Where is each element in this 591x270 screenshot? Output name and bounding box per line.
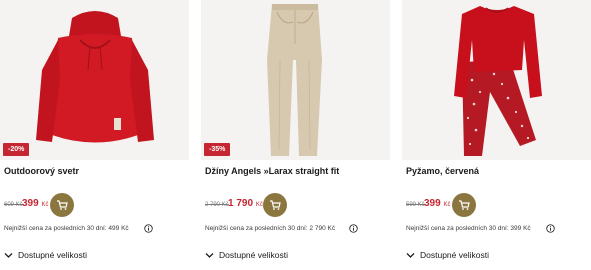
info-icon[interactable] (144, 224, 153, 233)
red-hoodie-image (36, 11, 154, 143)
available-sizes-toggle[interactable]: Dostupné velikosti (406, 250, 526, 262)
old-price: 2 790 Kč (205, 202, 229, 208)
new-price: 399 Kč (22, 198, 49, 209)
product-image-area[interactable] (402, 0, 591, 160)
product-title[interactable]: Pyžamo, červená (406, 166, 479, 176)
cart-icon (459, 200, 470, 210)
product-image-area[interactable] (201, 0, 390, 160)
info-icon[interactable] (546, 224, 555, 233)
red-pajamas-image (454, 6, 542, 156)
cart-icon (57, 200, 68, 210)
lowest-price-note: Nejnižší cena za posledních 30 dní: 499 … (4, 225, 129, 232)
price-row: 599 Kč 399 Kč (406, 198, 496, 212)
sizes-label: Dostupné velikosti (18, 250, 87, 260)
add-to-cart-button[interactable] (263, 193, 287, 217)
price-row: 609 Kč 399 Kč (4, 198, 94, 212)
product-title[interactable]: Outdoorový svetr (4, 166, 79, 176)
available-sizes-toggle[interactable]: Dostupné velikosti (205, 250, 325, 262)
product-grid: -20% Outdoorový svetr 609 Kč 399 Kč Nejn… (0, 0, 591, 270)
new-price: 1 790 Kč (228, 198, 263, 209)
chevron-down-icon (406, 253, 415, 258)
lowest-price-note: Nejnižší cena za posledních 30 dní: 399 … (406, 225, 531, 232)
old-price: 599 Kč (406, 202, 425, 208)
sizes-label: Dostupné velikosti (219, 250, 288, 260)
add-to-cart-button[interactable] (50, 193, 74, 217)
product-image-area[interactable] (0, 0, 189, 160)
old-price: 609 Kč (4, 202, 23, 208)
product-card[interactable]: -20% Outdoorový svetr 609 Kč 399 Kč Nejn… (0, 0, 189, 270)
product-title[interactable]: Džíny Angels »Larax straight fit (205, 166, 339, 176)
available-sizes-toggle[interactable]: Dostupné velikosti (4, 250, 124, 262)
discount-badge: -35% (204, 143, 231, 156)
chevron-down-icon (4, 253, 13, 258)
new-price: 399 Kč (424, 198, 451, 209)
cart-icon (270, 200, 281, 210)
add-to-cart-button[interactable] (452, 193, 476, 217)
product-card[interactable]: -35% Džíny Angels »Larax straight fit 2 … (201, 0, 390, 270)
chevron-down-icon (205, 253, 214, 258)
lowest-price-note: Nejnižší cena za posledních 30 dní: 2 79… (205, 225, 336, 232)
discount-badge: -20% (3, 143, 30, 156)
info-icon[interactable] (349, 224, 358, 233)
sizes-label: Dostupné velikosti (420, 250, 489, 260)
product-card[interactable]: Pyžamo, červená 599 Kč 399 Kč Nejnižší c… (402, 0, 591, 270)
beige-jeans-image (267, 4, 322, 156)
